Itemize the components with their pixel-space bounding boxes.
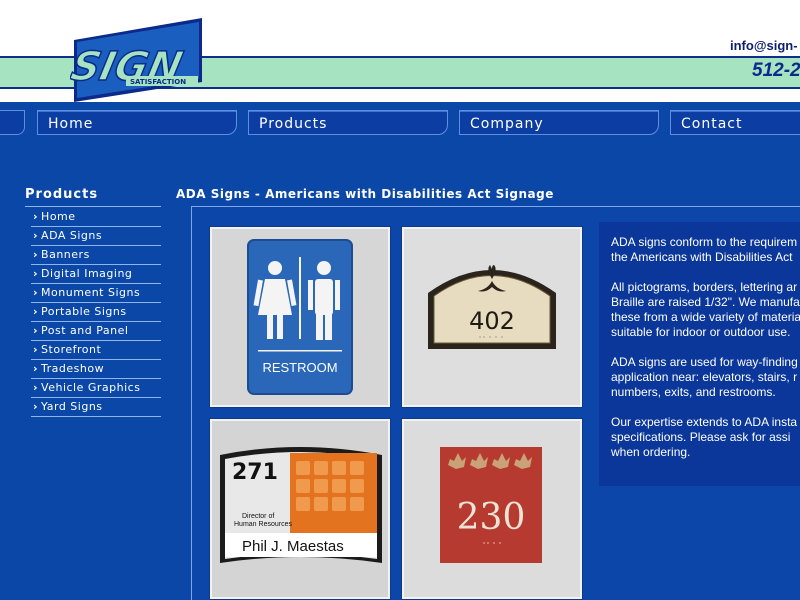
chevron-right-icon: › <box>33 362 39 375</box>
sidebar-item-label: Home <box>41 210 76 223</box>
text-line: ADA signs conform to the requirem <box>611 235 798 249</box>
restroom-sign-image: RESTROOM <box>212 229 388 405</box>
text-line: these from a wide variety of materia <box>611 310 800 324</box>
sidebar-item-label: Post and Panel <box>41 324 129 337</box>
chevron-right-icon: › <box>33 267 39 280</box>
text-line: when ordering. <box>611 445 691 459</box>
photo-restroom-sign[interactable]: RESTROOM <box>210 227 390 407</box>
photo-402-sign[interactable]: 402 <box>402 227 582 407</box>
text-line: numbers, exits, and restrooms. <box>611 385 776 399</box>
text-line: application near: elevators, stairs, r <box>611 370 798 384</box>
sidebar-item-label: ADA Signs <box>41 229 103 242</box>
sidebar-item-label: Yard Signs <box>41 400 103 413</box>
phone-number: 512-2 <box>752 60 800 81</box>
page-title: ADA Signs - Americans with Disabilities … <box>176 187 554 201</box>
description-paragraph-3: ADA signs are used for way-finding appli… <box>611 355 800 400</box>
sidebar-item-ada-signs[interactable]: › ADA Signs <box>31 227 161 246</box>
text-line: Our expertise extends to ADA insta <box>611 415 798 429</box>
chevron-right-icon: › <box>33 324 39 337</box>
sidebar-item-label: Storefront <box>41 343 102 356</box>
description-paragraph-1: ADA signs conform to the requirem the Am… <box>611 235 800 265</box>
office-occupant-name: Phil J. Maestas <box>242 538 344 555</box>
restroom-caption: RESTROOM <box>262 360 337 375</box>
sidebar-item-digital-imaging[interactable]: › Digital Imaging <box>31 265 161 284</box>
sidebar-item-monument-signs[interactable]: › Monument Signs <box>31 284 161 303</box>
text-line: suitable for indoor or outdoor use. <box>611 325 791 339</box>
office-271-sign-image: 271 Director of Human Resources Phil J. … <box>212 421 388 597</box>
room-number-271: 271 <box>232 460 278 485</box>
sidebar-item-portable-signs[interactable]: › Portable Signs <box>31 303 161 322</box>
sidebar-item-post-and-panel[interactable]: › Post and Panel <box>31 322 161 341</box>
photo-230-sign[interactable]: 230 <box>402 419 582 599</box>
sidebar-item-label: Portable Signs <box>41 305 127 318</box>
text-line: ADA signs are used for way-finding <box>611 355 798 369</box>
email-link[interactable]: info@sign- <box>730 38 798 53</box>
sidebar-title: Products <box>25 187 99 202</box>
text-line: Braille are raised 1/32". We manufa <box>611 295 800 309</box>
chevron-right-icon: › <box>33 400 39 413</box>
sidebar-item-label: Banners <box>41 248 90 261</box>
chevron-right-icon: › <box>33 343 39 356</box>
sidebar-item-yard-signs[interactable]: › Yard Signs <box>31 398 161 417</box>
chevron-right-icon: › <box>33 229 39 242</box>
text-line: All pictograms, borders, lettering ar <box>611 280 798 294</box>
sign-satisfaction-logo[interactable]: SIGN SATISFACTION <box>70 18 204 104</box>
room-402-sign-image: 402 <box>404 229 580 405</box>
sidebar-item-label: Monument Signs <box>41 286 141 299</box>
sidebar-item-label: Vehicle Graphics <box>41 381 141 394</box>
nav-products[interactable]: Products <box>248 110 448 135</box>
sidebar-item-label: Digital Imaging <box>41 267 133 280</box>
sidebar-item-tradeshow[interactable]: › Tradeshow <box>31 360 161 379</box>
chevron-right-icon: › <box>33 210 39 223</box>
text-line: the Americans with Disabilities Act <box>611 250 793 264</box>
sidebar-item-storefront[interactable]: › Storefront <box>31 341 161 360</box>
sidebar-menu: › Home › ADA Signs › Banners › Digital Imagi… <box>31 208 161 417</box>
chevron-right-icon: › <box>33 305 39 318</box>
nav-company[interactable]: Company <box>459 110 659 135</box>
description-paragraph-4: Our expertise extends to ADA insta speci… <box>611 415 800 460</box>
sidebar-item-vehicle-graphics[interactable]: › Vehicle Graphics <box>31 379 161 398</box>
office-title-line2: Human Resources <box>234 521 292 528</box>
nav-contact[interactable]: Contact <box>670 110 800 135</box>
room-number-402: 402 <box>469 307 515 335</box>
sidebar-item-banners[interactable]: › Banners <box>31 246 161 265</box>
chevron-right-icon: › <box>33 381 39 394</box>
sidebar-item-label: Tradeshow <box>41 362 105 375</box>
room-number-230: 230 <box>457 497 526 538</box>
description-box: ADA signs conform to the requirem the Am… <box>599 222 800 486</box>
chevron-right-icon: › <box>33 248 39 261</box>
text-line: specifications. Please ask for assi <box>611 430 791 444</box>
chevron-right-icon: › <box>33 286 39 299</box>
photo-271-office-sign[interactable]: 271 Director of Human Resources Phil J. … <box>210 419 390 599</box>
nav-home[interactable]: Home <box>37 110 237 135</box>
room-230-sign-image: 230 <box>404 421 580 597</box>
logo-sub-text: SATISFACTION <box>130 78 186 86</box>
office-title-line1: Director of <box>242 513 274 520</box>
description-paragraph-2: All pictograms, borders, lettering ar Br… <box>611 280 800 340</box>
sidebar-divider <box>25 206 161 207</box>
nav-stub <box>0 110 25 135</box>
sidebar-item-home[interactable]: › Home <box>31 208 161 227</box>
